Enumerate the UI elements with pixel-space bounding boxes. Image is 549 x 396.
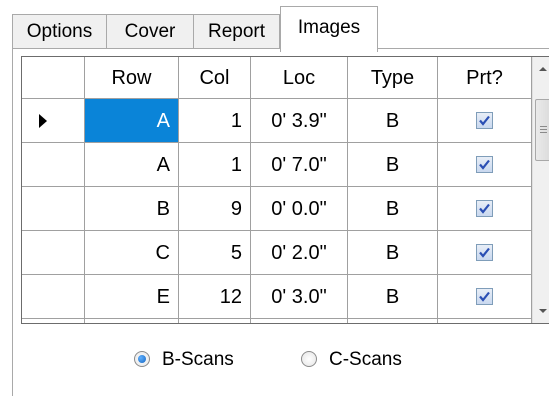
tab-bar: Options Cover Report Images xyxy=(0,0,549,52)
column-header-prt-label: Prt? xyxy=(466,67,503,89)
cell-prt[interactable] xyxy=(438,319,532,323)
table-row-partial[interactable] xyxy=(22,319,532,323)
tab-report-label: Report xyxy=(207,21,266,42)
tab-images[interactable]: Images xyxy=(280,6,378,52)
print-checkbox[interactable] xyxy=(475,287,493,305)
cell-row[interactable]: A xyxy=(85,143,179,187)
row-selector[interactable] xyxy=(22,231,85,275)
cell-prt[interactable] xyxy=(438,187,532,231)
scroll-up-button[interactable] xyxy=(533,59,549,79)
cell-type[interactable]: B xyxy=(348,143,438,187)
column-header-loc-label: Loc xyxy=(282,67,316,89)
row-header-corner xyxy=(22,57,85,99)
column-header-row-label: Row xyxy=(111,67,152,89)
checkmark-icon xyxy=(478,159,490,170)
cell-col[interactable] xyxy=(179,319,251,323)
cell-type[interactable] xyxy=(348,319,438,323)
cell-loc[interactable]: 0' 3.9" xyxy=(251,99,348,143)
column-header-row[interactable]: Row xyxy=(85,57,179,99)
cell-row[interactable]: A xyxy=(85,99,179,143)
checkmark-icon xyxy=(478,291,490,302)
column-header-type[interactable]: Type xyxy=(348,57,438,99)
cell-prt[interactable] xyxy=(438,143,532,187)
cell-loc[interactable]: 0' 7.0" xyxy=(251,143,348,187)
cell-row[interactable]: C xyxy=(85,231,179,275)
table-row[interactable]: E 12 0' 3.0" B xyxy=(22,275,532,319)
table-row[interactable]: A 1 0' 3.9" B xyxy=(22,99,532,143)
cell-col[interactable]: 12 xyxy=(179,275,251,319)
cell-col[interactable]: 9 xyxy=(179,187,251,231)
c-scans-radio[interactable]: C-Scans xyxy=(301,348,431,372)
cell-loc[interactable] xyxy=(251,319,348,323)
cell-col[interactable]: 5 xyxy=(179,231,251,275)
column-header-loc[interactable]: Loc xyxy=(251,57,348,99)
b-scans-radio[interactable]: B-Scans xyxy=(134,348,264,372)
images-grid[interactable]: Row Col Loc Type Prt? A 1 0' 3.9" B A 1 … xyxy=(21,56,549,324)
column-header-col-label: Col xyxy=(199,67,230,89)
column-header-prt[interactable]: Prt? xyxy=(438,57,532,99)
cell-type[interactable]: B xyxy=(348,275,438,319)
column-header-col[interactable]: Col xyxy=(179,57,251,99)
print-checkbox[interactable] xyxy=(475,199,493,217)
cell-row[interactable]: B xyxy=(85,187,179,231)
radio-circle xyxy=(301,351,317,367)
cell-prt[interactable] xyxy=(438,231,532,275)
row-selector[interactable] xyxy=(22,275,85,319)
cell-prt[interactable] xyxy=(438,275,532,319)
radio-dot-icon xyxy=(138,355,146,363)
print-checkbox[interactable] xyxy=(475,243,493,261)
checkmark-icon xyxy=(478,203,490,214)
scroll-thumb[interactable] xyxy=(535,99,549,161)
print-checkbox[interactable] xyxy=(475,111,493,129)
row-selector[interactable] xyxy=(22,99,85,143)
checkmark-icon xyxy=(478,247,490,258)
cell-col[interactable]: 1 xyxy=(179,143,251,187)
table-row[interactable]: A 1 0' 7.0" B xyxy=(22,143,532,187)
scan-mode-group: B-Scans C-Scans xyxy=(0,340,549,380)
cell-col[interactable]: 1 xyxy=(179,99,251,143)
radio-circle xyxy=(134,351,150,367)
scroll-down-button[interactable] xyxy=(533,301,549,321)
table-row[interactable]: C 5 0' 2.0" B xyxy=(22,231,532,275)
current-row-arrow-icon xyxy=(39,114,47,128)
cell-type[interactable]: B xyxy=(348,231,438,275)
tab-options[interactable]: Options xyxy=(12,14,107,48)
grip-line xyxy=(540,129,547,130)
cell-row[interactable]: E xyxy=(85,275,179,319)
c-scans-label: C-Scans xyxy=(329,349,402,370)
tab-images-label: Images xyxy=(297,17,361,38)
arrow-down-icon xyxy=(539,309,547,313)
cell-loc[interactable]: 0' 3.0" xyxy=(251,275,348,319)
cell-row[interactable] xyxy=(85,319,179,323)
table-row[interactable]: B 9 0' 0.0" B xyxy=(22,187,532,231)
tab-cover-label: Cover xyxy=(124,21,176,42)
checkmark-icon xyxy=(478,115,490,126)
cell-loc[interactable]: 0' 2.0" xyxy=(251,231,348,275)
column-header-type-label: Type xyxy=(370,67,415,89)
row-selector[interactable] xyxy=(22,143,85,187)
tab-report[interactable]: Report xyxy=(193,14,280,48)
row-selector[interactable] xyxy=(22,187,85,231)
vertical-scrollbar[interactable] xyxy=(532,57,549,323)
cell-type[interactable]: B xyxy=(348,99,438,143)
arrow-up-icon xyxy=(539,67,547,71)
b-scans-label: B-Scans xyxy=(162,349,234,370)
cell-loc[interactable]: 0' 0.0" xyxy=(251,187,348,231)
tab-cover[interactable]: Cover xyxy=(106,14,194,48)
grip-line xyxy=(540,126,547,127)
cell-prt[interactable] xyxy=(438,99,532,143)
tab-options-label: Options xyxy=(26,21,93,42)
cell-type[interactable]: B xyxy=(348,187,438,231)
grip-line xyxy=(540,132,547,133)
row-selector[interactable] xyxy=(22,319,85,323)
print-checkbox[interactable] xyxy=(475,155,493,173)
grid-header: Row Col Loc Type Prt? xyxy=(22,57,532,99)
